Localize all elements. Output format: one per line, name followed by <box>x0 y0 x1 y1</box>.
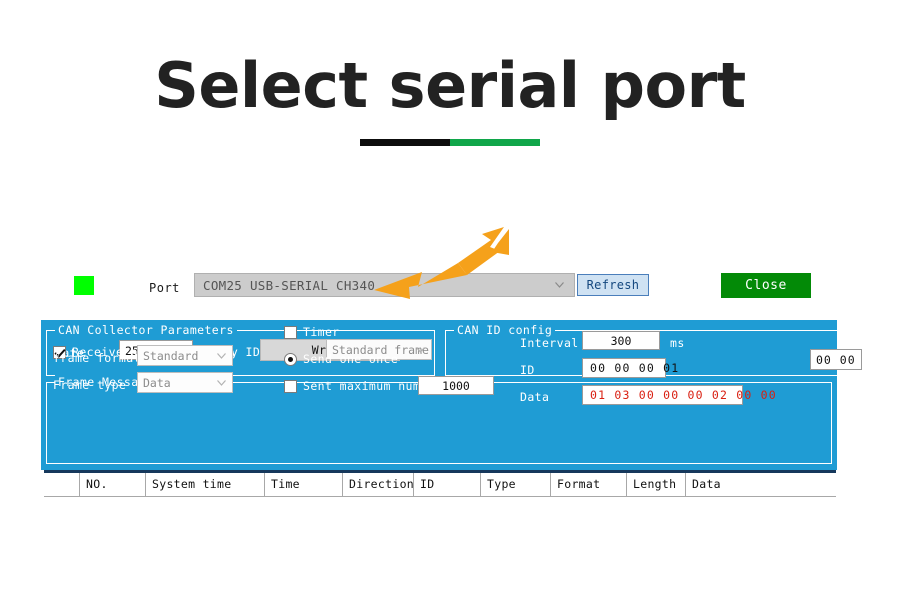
can-id-config-title: CAN ID config <box>454 323 556 337</box>
log-column-header[interactable]: Type <box>481 473 551 496</box>
send-one-once-radio[interactable]: Send one once <box>284 352 398 366</box>
sent-maximum-number-input[interactable]: 1000 <box>418 376 494 395</box>
log-column-header[interactable]: Format <box>551 473 627 496</box>
log-column-header[interactable]: Length <box>627 473 686 496</box>
timer-checkbox[interactable]: Timer <box>284 325 340 339</box>
message-log-header-row: NO. System time Time Direction ID Type Format L… <box>44 473 836 497</box>
message-data-label: Data <box>520 390 550 404</box>
port-label: Port <box>149 281 180 295</box>
interval-input[interactable]: 300 <box>582 331 660 350</box>
title-underline-rule <box>360 139 540 146</box>
frame-format-select-dropdown[interactable]: Standard <box>137 345 233 366</box>
port-select-value: COM25 USB-SERIAL CH340 <box>203 278 376 293</box>
chevron-down-icon <box>217 353 226 359</box>
message-id-input[interactable]: 00 00 00 01 <box>582 358 678 378</box>
log-column-header[interactable]: NO. <box>80 473 146 496</box>
frame-type-select-dropdown[interactable]: Data <box>137 372 233 393</box>
message-id-value: 00 00 00 01 <box>590 361 680 375</box>
can-tool-panel: CAN Collector Parameters Rate 250 kbps W… <box>41 320 862 470</box>
timer-label: Timer <box>303 325 340 339</box>
connection-status-indicator <box>74 276 94 295</box>
chevron-down-icon <box>555 282 564 288</box>
radio-icon <box>284 352 297 366</box>
interval-label: Interval <box>520 336 579 350</box>
interval-unit-label: ms <box>670 336 685 350</box>
log-column-header[interactable]: System time <box>146 473 265 496</box>
receive-id-input[interactable]: 00 00 <box>810 349 862 370</box>
frame-type-label: Frame type <box>53 378 127 392</box>
refresh-button[interactable]: Refresh <box>577 274 649 296</box>
checkbox-icon <box>284 325 297 339</box>
frame-format-label: frame format <box>53 351 141 365</box>
title-block: Select serial port <box>0 55 900 146</box>
close-button[interactable]: Close <box>721 273 811 298</box>
receive-id-value: 00 00 <box>816 353 856 367</box>
interval-value: 300 <box>610 334 632 348</box>
sent-maximum-number-value: 1000 <box>442 379 470 393</box>
title-rule-dark-segment <box>360 139 450 146</box>
message-id-label: ID <box>520 363 535 377</box>
message-data-input[interactable]: 01 03 00 00 00 02 00 00 <box>582 385 776 405</box>
send-one-once-label: Send one once <box>303 352 399 366</box>
message-log-table: NO. System time Time Direction ID Type Format L… <box>44 470 836 497</box>
log-column-header[interactable]: Time <box>265 473 343 496</box>
frame-format-select-value: Standard <box>143 349 199 363</box>
title-rule-green-segment <box>450 139 540 146</box>
page-title: Select serial port <box>154 49 746 122</box>
log-column-header[interactable] <box>44 473 80 496</box>
chevron-down-icon <box>217 380 226 386</box>
frame-type-select-value: Data <box>143 376 171 390</box>
checkbox-icon <box>284 379 297 393</box>
log-column-header[interactable]: Direction <box>343 473 414 496</box>
message-data-value: 01 03 00 00 00 02 00 00 <box>590 388 777 402</box>
log-column-header[interactable]: ID <box>414 473 481 496</box>
log-column-header[interactable]: Data <box>686 473 834 496</box>
can-collector-parameters-title: CAN Collector Parameters <box>55 323 237 337</box>
port-select-dropdown[interactable]: COM25 USB-SERIAL CH340 <box>194 273 575 297</box>
chevron-down-icon <box>416 347 425 353</box>
